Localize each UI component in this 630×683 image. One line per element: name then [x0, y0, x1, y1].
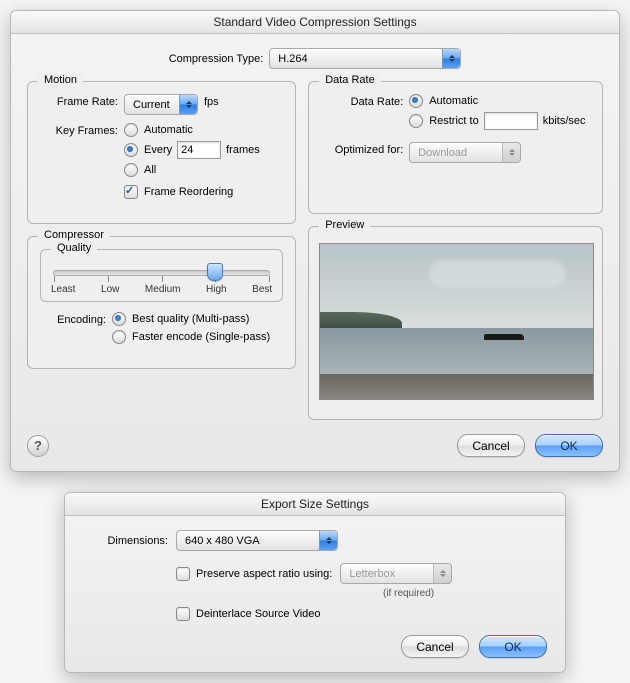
quality-slider[interactable]: [53, 270, 270, 276]
preserve-aspect-checkbox[interactable]: [176, 567, 190, 581]
quality-tick-least: Least: [51, 284, 75, 295]
compressor-group: Compressor Quality Least: [27, 236, 296, 369]
key-frames-all-label: All: [144, 164, 156, 176]
datarate-restrict-unit: kbits/sec: [543, 115, 586, 127]
cancel-button[interactable]: Cancel: [457, 434, 525, 457]
dimensions-value: 640 x 480 VGA: [177, 535, 266, 547]
datarate-automatic-radio[interactable]: [409, 94, 423, 108]
datarate-automatic-label: Automatic: [429, 95, 478, 107]
motion-group: Motion Frame Rate: Current fps Key Frame…: [27, 81, 296, 224]
dialog-title: Standard Video Compression Settings: [11, 11, 619, 34]
help-button[interactable]: ?: [27, 435, 49, 457]
chevron-updown-icon: [433, 564, 451, 583]
chevron-updown-icon: [319, 531, 337, 550]
dimensions-select[interactable]: 640 x 480 VGA: [176, 530, 338, 551]
quality-tick-medium: Medium: [145, 284, 181, 295]
ok-label: OK: [560, 439, 577, 453]
datarate-label: Data Rate:: [321, 94, 409, 108]
if-required-hint: (if required): [383, 588, 547, 599]
datarate-restrict-label: Restrict to: [429, 115, 479, 127]
optimized-select: Download: [409, 142, 521, 163]
compression-settings-dialog: Standard Video Compression Settings Comp…: [10, 10, 620, 472]
motion-legend: Motion: [38, 74, 83, 86]
preview-image: [319, 243, 594, 400]
key-frames-every-radio[interactable]: [124, 143, 138, 157]
key-frames-every-label: Every: [144, 144, 172, 156]
quality-legend: Quality: [51, 242, 97, 254]
cancel-label: Cancel: [472, 439, 509, 453]
preview-group: Preview: [308, 226, 603, 420]
cancel-label: Cancel: [416, 640, 453, 654]
datarate-restrict-radio[interactable]: [409, 114, 423, 128]
chevron-updown-icon: [502, 143, 520, 162]
encoding-best-radio[interactable]: [112, 312, 126, 326]
frame-rate-label: Frame Rate:: [40, 94, 124, 108]
datarate-group: Data Rate Data Rate: Automatic Restrict …: [308, 81, 603, 214]
ok-label: OK: [504, 640, 521, 654]
help-icon: ?: [34, 438, 42, 453]
compressor-legend: Compressor: [38, 229, 110, 241]
frame-reordering-label: Frame Reordering: [144, 186, 233, 198]
optimized-value: Download: [410, 147, 473, 159]
chevron-updown-icon: [179, 95, 197, 114]
deinterlace-label: Deinterlace Source Video: [196, 608, 321, 620]
key-frames-automatic-label: Automatic: [144, 124, 193, 136]
encoding-best-label: Best quality (Multi-pass): [132, 313, 249, 325]
chevron-updown-icon: [442, 49, 460, 68]
datarate-restrict-input[interactable]: [484, 112, 538, 130]
frame-rate-value: Current: [125, 99, 176, 111]
slider-thumb[interactable]: [207, 263, 223, 281]
ok-button[interactable]: OK: [479, 635, 547, 658]
encoding-label: Encoding:: [40, 312, 112, 326]
key-frames-all-radio[interactable]: [124, 163, 138, 177]
compression-type-label: Compression Type:: [169, 53, 264, 65]
dimensions-label: Dimensions:: [83, 535, 176, 547]
preserve-mode-value: Letterbox: [341, 568, 401, 580]
key-frames-every-unit: frames: [226, 144, 260, 156]
preview-legend: Preview: [319, 219, 370, 231]
deinterlace-checkbox[interactable]: [176, 607, 190, 621]
compression-type-value: H.264: [270, 53, 313, 65]
frame-rate-unit: fps: [204, 94, 219, 108]
compression-type-select[interactable]: H.264: [269, 48, 461, 69]
preserve-mode-select: Letterbox: [340, 563, 452, 584]
quality-group: Quality Least Low Medium: [40, 249, 283, 302]
key-frames-label: Key Frames:: [40, 123, 124, 137]
quality-tick-best: Best: [252, 284, 272, 295]
optimized-label: Optimized for:: [321, 142, 409, 156]
cancel-button[interactable]: Cancel: [401, 635, 469, 658]
quality-tick-low: Low: [101, 284, 119, 295]
encoding-faster-label: Faster encode (Single-pass): [132, 331, 270, 343]
frame-reordering-checkbox[interactable]: [124, 185, 138, 199]
key-frames-every-input[interactable]: [177, 141, 221, 159]
datarate-legend: Data Rate: [319, 74, 381, 86]
dialog2-title: Export Size Settings: [65, 493, 565, 516]
encoding-faster-radio[interactable]: [112, 330, 126, 344]
ok-button[interactable]: OK: [535, 434, 603, 457]
frame-rate-select[interactable]: Current: [124, 94, 198, 115]
quality-tick-high: High: [206, 284, 227, 295]
key-frames-automatic-radio[interactable]: [124, 123, 138, 137]
export-size-dialog: Export Size Settings Dimensions: 640 x 4…: [64, 492, 566, 673]
preserve-aspect-label: Preserve aspect ratio using:: [196, 568, 332, 580]
